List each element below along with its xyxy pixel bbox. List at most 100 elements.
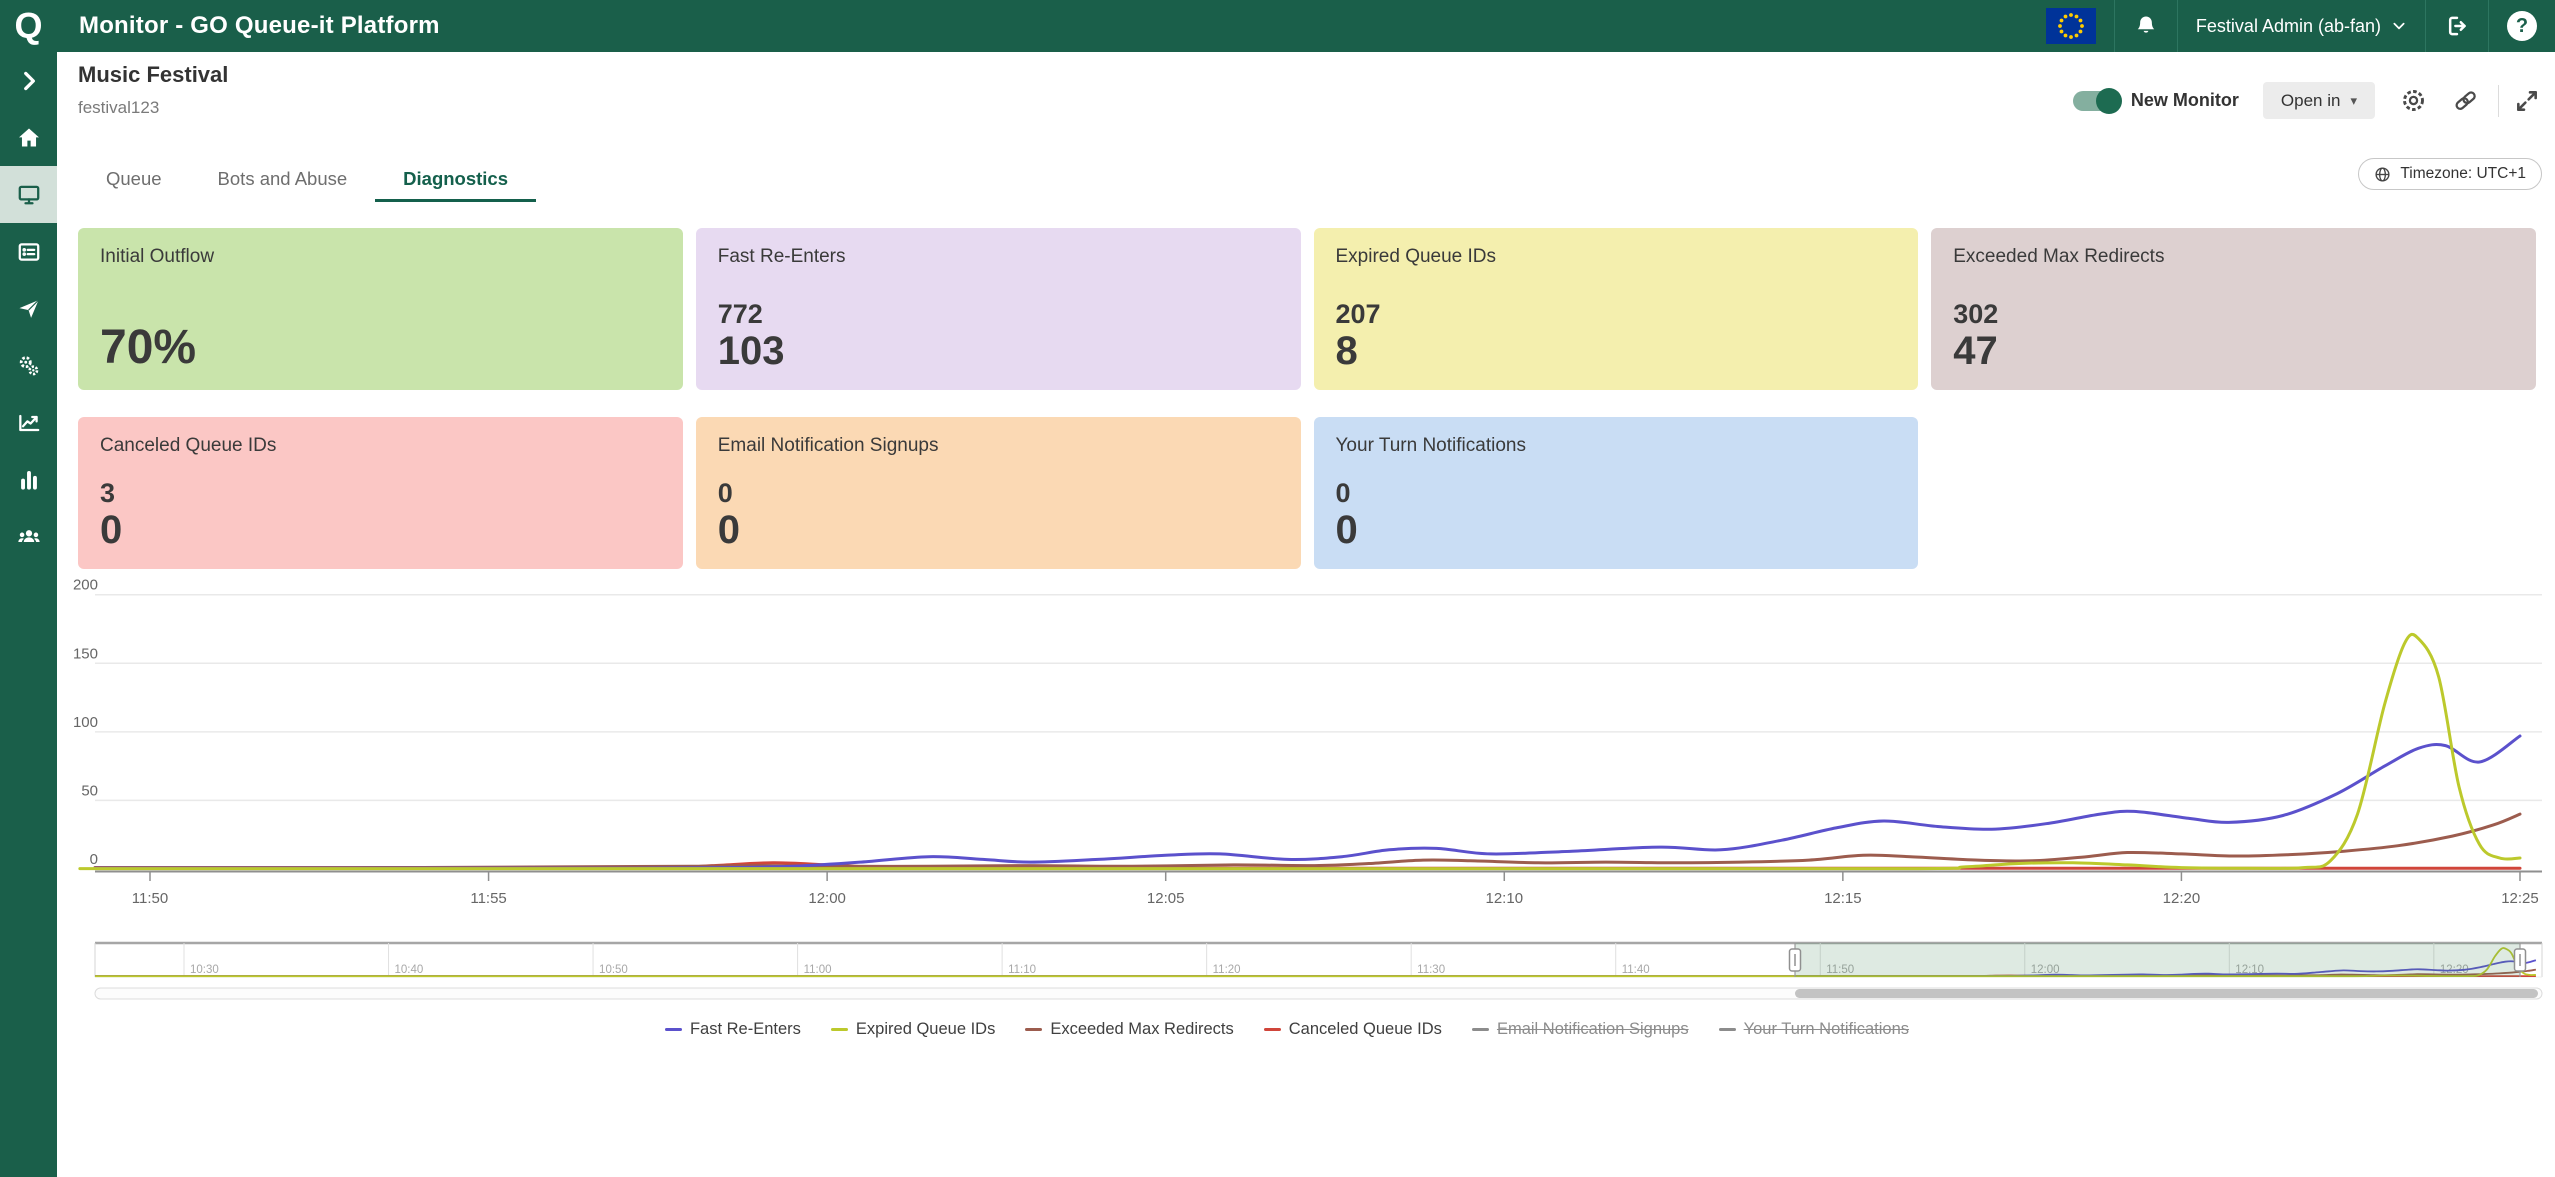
fullscreen-icon[interactable] [2514,88,2540,114]
toolbar-divider [2498,85,2499,117]
hscrollbar-thumb [1795,989,2538,998]
legend-item-email-notification-signups[interactable]: Email Notification Signups [1472,1020,1689,1039]
legend-label: Fast Re-Enters [690,1020,801,1039]
time-range-brush[interactable]: 10:3010:4010:5011:0011:1011:2011:3011:40… [0,935,2555,1005]
copy-link-icon[interactable] [2452,87,2479,114]
sign-out-icon [2444,13,2470,39]
sign-out-button[interactable] [2425,0,2488,52]
svg-text:150: 150 [73,645,98,662]
notifications-button[interactable] [2114,0,2177,52]
sidebar-item-monitor[interactable] [0,166,57,223]
sidebar-item-users[interactable] [0,508,57,565]
legend-item-exceeded-max-redirects[interactable]: Exceeded Max Redirects [1025,1020,1233,1039]
sidebar-item-analytics[interactable] [0,394,57,451]
legend-item-fast-re-enters[interactable]: Fast Re-Enters [665,1020,801,1039]
language-flag-button[interactable] [2028,0,2114,52]
legend-swatch [1719,1028,1736,1032]
legend-label: Email Notification Signups [1497,1020,1689,1039]
legend-item-your-turn-notifications[interactable]: Your Turn Notifications [1719,1020,1909,1039]
stat-card-value: 70% [100,324,661,372]
svg-text:11:00: 11:00 [804,964,832,976]
sidebar-item-home[interactable] [0,109,57,166]
user-menu[interactable]: Festival Admin (ab-fan) [2177,0,2425,52]
sidebar-item-events[interactable] [0,223,57,280]
legend-label: Your Turn Notifications [1744,1020,1909,1039]
legend-item-expired-queue-ids[interactable]: Expired Queue IDs [831,1020,995,1039]
legend-label: Expired Queue IDs [856,1020,995,1039]
tab-queue[interactable]: Queue [78,158,190,202]
globe-icon [2374,166,2391,183]
diagnostics-line-chart[interactable]: 05010015020011:5011:5512:0012:0512:1012:… [0,575,2555,920]
stat-card-fast-re-enters: Fast Re-Enters 772 103 [696,228,1301,390]
stat-card-major-value: 103 [718,330,1279,372]
stat-card-major-value: 0 [100,509,661,551]
svg-text:11:55: 11:55 [470,890,506,907]
new-monitor-toggle[interactable] [2073,91,2119,111]
settings-gear-icon[interactable] [2400,87,2427,114]
monitor-tabs: Queue Bots and Abuse Diagnostics [78,158,536,202]
eu-flag-icon [2046,8,2096,44]
monitor-icon [16,182,42,208]
stat-card-minor-value: 0 [718,478,1279,509]
send-icon [16,296,42,322]
svg-text:100: 100 [73,714,98,731]
svg-text:12:10: 12:10 [1486,890,1524,907]
svg-text:11:40: 11:40 [1622,964,1650,976]
sidebar-item-campaigns[interactable] [0,280,57,337]
app-title: Monitor - GO Queue-it Platform [79,12,440,40]
timezone-pill[interactable]: Timezone: UTC+1 [2358,158,2542,190]
stat-card-initial-outflow: Initial Outflow 70% [78,228,683,390]
top-bar: Q Monitor - GO Queue-it Platform [0,0,2555,52]
toggle-knob [2096,88,2122,114]
monitor-toolbar: New Monitor Open in ▾ [2073,82,2540,119]
stat-card-title: Exceeded Max Redirects [1953,246,2514,268]
svg-text:200: 200 [73,577,98,594]
svg-text:11:50: 11:50 [132,890,168,907]
stat-card-exceeded-max-redirects: Exceeded Max Redirects 302 47 [1931,228,2536,390]
stat-card-minor-value: 772 [718,299,1279,330]
svg-text:12:05: 12:05 [1147,890,1185,907]
svg-text:12:00: 12:00 [808,890,846,907]
stat-card-title: Fast Re-Enters [718,246,1279,268]
event-name: Music Festival [78,62,228,88]
legend-label: Exceeded Max Redirects [1050,1020,1233,1039]
svg-text:11:10: 11:10 [1008,964,1036,976]
app-window: Q Monitor - GO Queue-it Platform [0,0,2555,1177]
svg-text:12:15: 12:15 [1824,890,1862,907]
stat-card-major-value: 0 [718,509,1279,551]
open-in-label: Open in [2281,91,2341,111]
stat-card-expired-queue-ids: Expired Queue IDs 207 8 [1314,228,1919,390]
stat-card-major-value: 0 [1336,509,1897,551]
stat-card-minor-value: 0 [1336,478,1897,509]
sidebar-item-reports[interactable] [0,451,57,508]
bell-icon [2133,13,2159,39]
home-icon [16,125,42,151]
user-menu-label: Festival Admin (ab-fan) [2196,16,2381,37]
help-button[interactable]: ? [2488,0,2555,52]
users-icon [16,524,42,550]
legend-swatch [1025,1028,1042,1032]
sidebar-expand-button[interactable] [0,52,57,109]
stat-card-title: Canceled Queue IDs [100,435,661,457]
svg-text:0: 0 [90,851,98,868]
legend-item-canceled-queue-ids[interactable]: Canceled Queue IDs [1264,1020,1442,1039]
event-id: festival123 [78,98,159,118]
svg-text:11:20: 11:20 [1213,964,1241,976]
stat-card-major-value: 47 [1953,330,2514,372]
tab-bots-and-abuse[interactable]: Bots and Abuse [190,158,376,202]
tab-diagnostics[interactable]: Diagnostics [375,158,536,202]
stat-card-email-notification-signups: Email Notification Signups 0 0 [696,417,1301,569]
legend-label: Canceled Queue IDs [1289,1020,1442,1039]
sidebar-item-integrations[interactable] [0,337,57,394]
svg-text:10:50: 10:50 [599,964,628,976]
queueit-logo[interactable]: Q [0,0,57,52]
chevron-down-icon [2391,18,2407,34]
svg-text:12:25: 12:25 [2501,890,2539,907]
caret-down-icon: ▾ [2350,93,2357,109]
stat-card-title: Initial Outflow [100,246,661,268]
legend-swatch [665,1028,682,1032]
open-in-button[interactable]: Open in ▾ [2263,82,2375,119]
svg-text:10:40: 10:40 [395,964,424,976]
stat-card-your-turn-notifications: Your Turn Notifications 0 0 [1314,417,1919,569]
stat-cards-grid: Initial Outflow 70% Fast Re-Enters 772 1… [78,228,2536,569]
